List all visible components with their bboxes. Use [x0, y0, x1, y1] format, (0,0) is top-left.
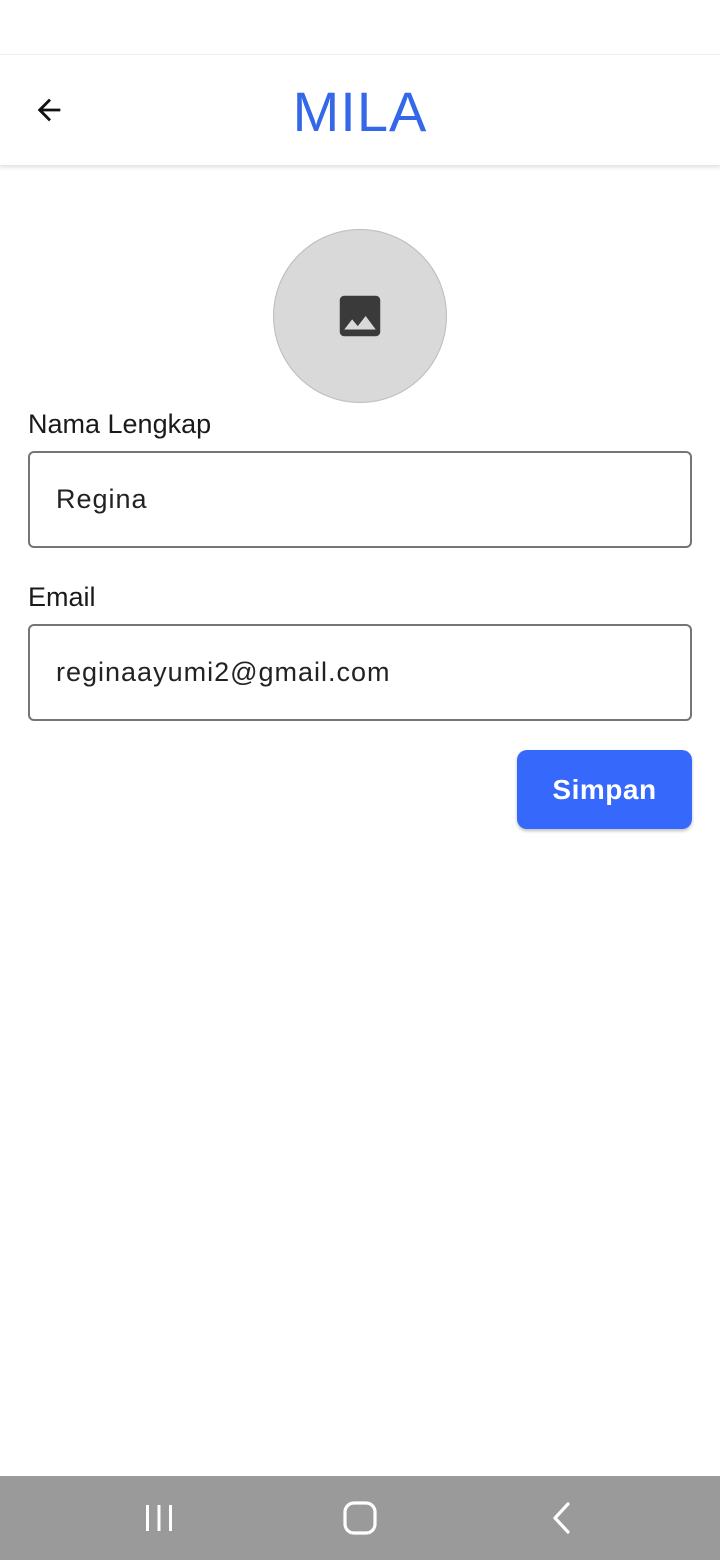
profile-photo-picker[interactable]: [273, 229, 447, 403]
full-name-label: Nama Lengkap: [28, 409, 212, 439]
home-icon: [343, 1501, 377, 1535]
recents-icon: [146, 1505, 172, 1531]
profile-edit-screen: MILA Nama Lengkap Regina Email reginaayu…: [0, 0, 720, 1560]
system-back-button[interactable]: [502, 1476, 622, 1560]
system-navigation-bar: [0, 1476, 720, 1560]
recents-button[interactable]: [99, 1476, 219, 1560]
app-title: MILA: [292, 80, 428, 143]
email-label: Email: [28, 582, 96, 612]
email-input[interactable]: reginaayumi2@gmail.com: [28, 624, 692, 721]
image-icon: [339, 295, 381, 337]
status-bar: [0, 0, 720, 54]
full-name-input[interactable]: Regina: [28, 451, 692, 548]
app-bar: MILA: [0, 54, 720, 166]
home-button[interactable]: [300, 1476, 420, 1560]
chevron-left-icon: [553, 1502, 570, 1534]
save-button[interactable]: Simpan: [517, 750, 692, 829]
